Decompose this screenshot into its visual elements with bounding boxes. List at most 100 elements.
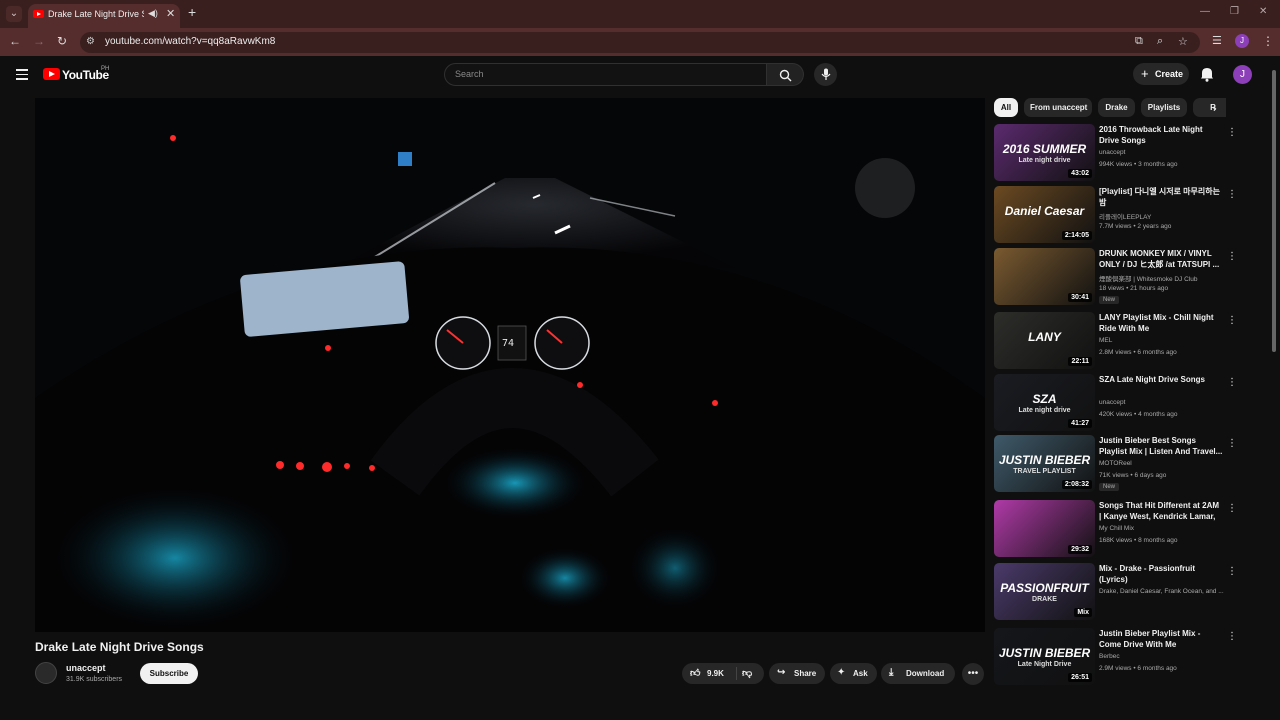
video-thumbnail[interactable]: SZA Late night drive 41:27 (994, 374, 1095, 431)
video-thumbnail[interactable]: Daniel Caesar 2:14:05 (994, 186, 1095, 243)
scrollbar-thumb[interactable] (1272, 70, 1276, 352)
more-options-icon[interactable]: ⋮ (1227, 566, 1237, 577)
window-close-icon[interactable]: ✕ (1259, 6, 1267, 17)
video-thumbnail[interactable]: 2016 SUMMER Late night drive 43:02 (994, 124, 1095, 181)
thumbnail-subtitle: TRAVEL PLAYLIST (1013, 468, 1076, 475)
channel-avatar[interactable] (35, 662, 57, 684)
ask-button[interactable]: ✦ Ask (830, 663, 877, 684)
install-app-icon[interactable]: ⧉ (1135, 35, 1143, 48)
recommendation-title[interactable]: Songs That Hit Different at 2AM | Kanye … (1099, 500, 1223, 522)
recommendation-channel[interactable]: MOTOReel (1099, 460, 1229, 467)
recommendation-title[interactable]: SZA Late Night Drive Songs (1099, 374, 1223, 385)
browser-tab[interactable]: Drake Late Night Drive Songs ◀) ✕ (28, 4, 180, 28)
more-options-icon[interactable]: ⋮ (1227, 127, 1237, 138)
recommendation-channel[interactable]: unaccept (1099, 149, 1229, 156)
back-icon[interactable]: ← (9, 34, 21, 48)
video-thumbnail[interactable]: JUSTIN BIEBER Late Night Drive 26:51 (994, 628, 1095, 685)
more-actions-icon[interactable]: ••• (962, 663, 984, 685)
recommendation-title[interactable]: LANY Playlist Mix - Chill Night Ride Wit… (1099, 312, 1223, 334)
search-icon (779, 69, 792, 82)
recommendation-title[interactable]: DRUNK MONKEY MIX / VINYL ONLY / DJ ヒ太郎 /… (1099, 248, 1223, 270)
recommendation-channel[interactable]: 리플레이LEEPLAY (1099, 211, 1229, 221)
chip-playlists[interactable]: Playlists (1141, 98, 1187, 117)
thumbnail-title: SZA (1032, 392, 1057, 406)
recommendation-item[interactable]: JUSTIN BIEBER TRAVEL PLAYLIST 2:08:32 Justi… (994, 435, 1240, 493)
dislike-icon[interactable]: 👎︎ (742, 667, 752, 679)
speaker-icon[interactable]: ◀) (148, 8, 158, 19)
like-count[interactable]: 9.9K (707, 669, 724, 678)
recommendation-item[interactable]: PASSIONFRUIT DRAKE Mix Mix - Drake - Passio… (994, 563, 1240, 621)
voice-search-button[interactable] (814, 63, 837, 86)
video-player[interactable]: 74 (35, 98, 985, 632)
site-info-icon[interactable]: ⚙ (86, 36, 95, 47)
recommendation-item[interactable]: SZA Late night drive 41:27 SZA Late Night D… (994, 374, 1240, 432)
browser-menu-icon[interactable]: ⋮ (1262, 34, 1274, 48)
recommendation-item[interactable]: 30:41 DRUNK MONKEY MIX / VINYL ONLY / DJ … (994, 248, 1240, 306)
recommendation-item[interactable]: Daniel Caesar 2:14:05 [Playlist] 다니엘 시저로 마… (994, 186, 1240, 244)
video-frame: 74 (35, 98, 985, 632)
search-input[interactable]: Search (444, 63, 767, 86)
divider (736, 667, 737, 680)
recommendation-title[interactable]: 2016 Throwback Late Night Drive Songs (1099, 124, 1223, 146)
subscribe-button[interactable]: Subscribe (140, 663, 198, 684)
minimize-icon[interactable]: — (1200, 6, 1210, 17)
address-bar[interactable]: ⚙ youtube.com/watch?v=qq8aRavwKm8 ⧉ ⌕ ☆ (80, 32, 1200, 53)
recommendation-item[interactable]: LANY 22:11 LANY Playlist Mix - Chill Night… (994, 312, 1240, 370)
recommendation-title[interactable]: Justin Bieber Best Songs Playlist Mix | … (1099, 435, 1223, 457)
recommendation-title[interactable]: Mix - Drake - Passionfruit (Lyrics) (1099, 563, 1223, 585)
more-options-icon[interactable]: ⋮ (1227, 438, 1237, 449)
recommendation-channel[interactable]: Berbec (1099, 653, 1229, 660)
video-thumbnail[interactable]: 29:32 (994, 500, 1095, 557)
youtube-logo-icon[interactable] (43, 68, 60, 80)
tab-search-icon[interactable]: ⌄ (6, 6, 22, 22)
zoom-icon[interactable]: ⌕ (1157, 35, 1163, 48)
reading-list-icon[interactable]: ☰ (1212, 34, 1222, 47)
video-thumbnail[interactable]: PASSIONFRUIT DRAKE Mix (994, 563, 1095, 620)
duration-badge: 26:51 (1068, 673, 1092, 682)
recommendation-item[interactable]: 29:32 Songs That Hit Different at 2AM | K… (994, 500, 1240, 558)
bookmark-star-icon[interactable]: ☆ (1178, 35, 1188, 48)
close-tab-icon[interactable]: ✕ (166, 7, 175, 20)
more-options-icon[interactable]: ⋮ (1227, 631, 1237, 642)
create-button[interactable]: + Create (1133, 63, 1189, 85)
more-options-icon[interactable]: ⋮ (1227, 251, 1237, 262)
restore-icon[interactable]: ❐ (1230, 6, 1239, 17)
recommendation-channel[interactable]: unaccept (1099, 399, 1229, 406)
url-text[interactable]: youtube.com/watch?v=qq8aRavwKm8 (105, 36, 275, 47)
share-button[interactable]: ↪ Share (769, 663, 825, 684)
video-thumbnail[interactable]: 30:41 (994, 248, 1095, 305)
video-thumbnail[interactable]: LANY 22:11 (994, 312, 1095, 369)
more-options-icon[interactable]: ⋮ (1227, 315, 1237, 326)
recommendation-channel[interactable]: My Chill Mix (1099, 525, 1229, 532)
recommendation-channel[interactable]: Drake, Daniel Caesar, Frank Ocean, and .… (1099, 588, 1229, 595)
recommendation-meta: 2.9M views • 6 months ago (1099, 665, 1177, 672)
recommendation-channel[interactable]: 煙酸倶楽部 | Whitesmoke DJ Club (1099, 273, 1229, 283)
recommendation-item[interactable]: JUSTIN BIEBER Late Night Drive 26:51 Justin… (994, 628, 1240, 686)
download-button[interactable]: ⤓ Download (881, 663, 955, 684)
channel-name[interactable]: unaccept (66, 663, 106, 673)
chip-all[interactable]: All (994, 98, 1018, 117)
profile-avatar[interactable]: J (1235, 34, 1249, 48)
chip-drake[interactable]: Drake (1098, 98, 1135, 117)
account-avatar[interactable]: J (1233, 65, 1252, 84)
chevron-right-icon[interactable]: › (1213, 103, 1217, 115)
menu-icon[interactable] (16, 69, 28, 83)
subscriber-count: 31.9K subscribers (66, 676, 123, 683)
chip-from-channel[interactable]: From unaccept (1024, 98, 1092, 117)
recommendation-item[interactable]: 2016 SUMMER Late night drive 43:02 2016 Thr… (994, 124, 1240, 182)
more-options-icon[interactable]: ⋮ (1227, 503, 1237, 514)
chip-related[interactable]: R (1193, 98, 1226, 117)
video-thumbnail[interactable]: JUSTIN BIEBER TRAVEL PLAYLIST 2:08:32 (994, 435, 1095, 492)
more-options-icon[interactable]: ⋮ (1227, 189, 1237, 200)
recommendation-title[interactable]: [Playlist] 다니엘 시저로 마무리하는 밤 (1099, 186, 1223, 208)
recommendation-title[interactable]: Justin Bieber Playlist Mix - Come Drive … (1099, 628, 1223, 650)
search-button[interactable] (767, 63, 804, 86)
recommendation-channel[interactable]: MEL (1099, 337, 1229, 344)
new-tab-icon[interactable]: + (188, 4, 196, 20)
forward-icon[interactable]: → (33, 34, 45, 48)
more-options-icon[interactable]: ⋮ (1227, 377, 1237, 388)
like-icon[interactable]: 👍︎ (690, 667, 700, 679)
notifications-bell-icon[interactable] (1200, 66, 1214, 82)
reload-icon[interactable]: ↻ (57, 34, 67, 48)
sparkle-icon: ✦ (837, 667, 846, 678)
